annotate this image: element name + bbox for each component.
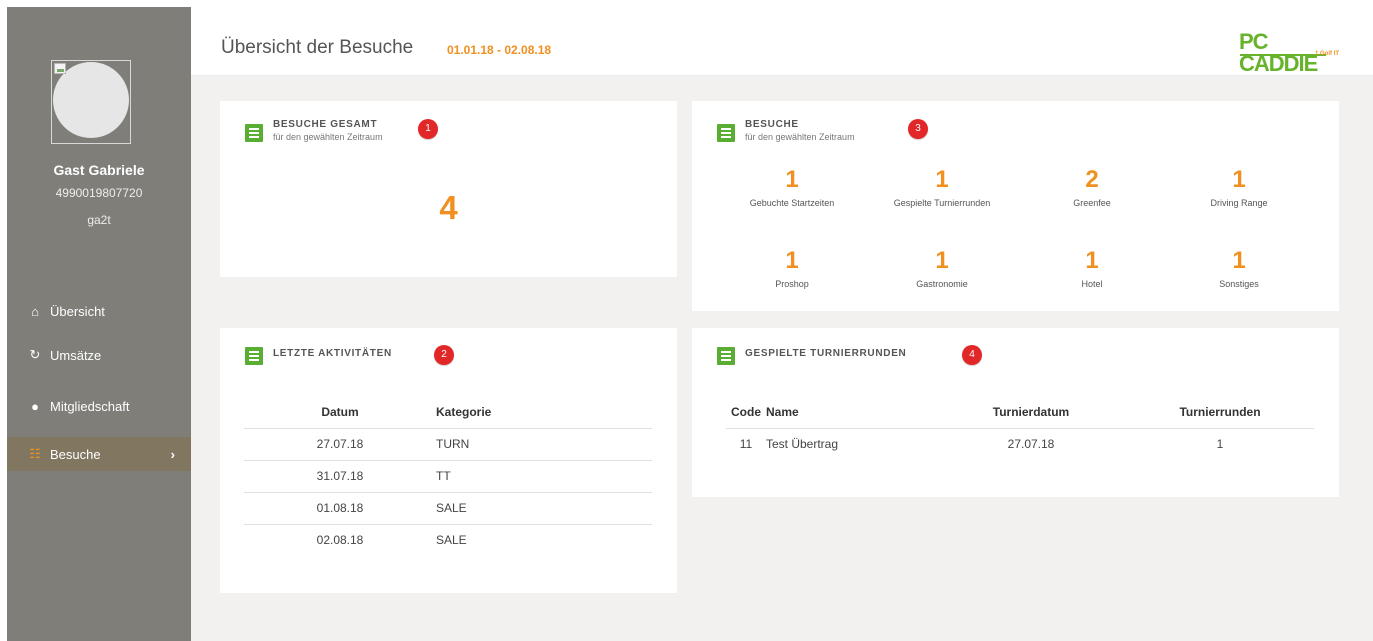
activity-date: 31.07.18	[244, 460, 436, 493]
stat-value: 1	[1232, 166, 1246, 193]
sidebar: Gast Gabriele 4990019807720 ga2t ⌂ Übersi…	[7, 7, 191, 641]
table-row: 31.07.18 TT	[244, 460, 652, 493]
page-title: Übersicht der Besuche	[221, 37, 414, 58]
date-range: 01.01.18 - 02.08.18	[447, 43, 552, 57]
card-subtitle: für den gewählten Zeitraum	[745, 132, 855, 142]
list-icon	[245, 347, 263, 365]
card-title: LETZTE AKTIVITÄTEN	[273, 348, 392, 359]
card-subtitle: für den gewählten Zeitraum	[273, 132, 383, 142]
sidebar-item-label: Umsätze	[50, 347, 102, 363]
stat-proshop: 1 Proshop	[717, 248, 867, 289]
tournament-rounds-table: Code Name Turnierdatum Turnierrunden 11 …	[726, 396, 1314, 460]
visits-breakdown-card: BESUCHE für den gewählten Zeitraum 3 1 Ge…	[692, 101, 1339, 311]
page-header: Übersicht der Besuche 01.01.18 - 02.08.1…	[191, 0, 1373, 76]
section-badge-3: 3	[908, 119, 928, 139]
stat-driving-range: 1 Driving Range	[1164, 167, 1314, 208]
tournament-round-count: 1	[1216, 437, 1224, 452]
card-title: BESUCHE GESAMT	[273, 119, 378, 130]
table-row: 01.08.18 SALE	[244, 492, 652, 525]
table-row: 02.08.18 SALE	[244, 524, 652, 556]
stat-label: Hotel	[1081, 279, 1103, 289]
visits-overview-page: Gast Gabriele 4990019807720 ga2t ⌂ Übersi…	[0, 0, 1373, 641]
main-content: BESUCHE GESAMT für den gewählten Zeitrau…	[191, 76, 1373, 641]
list-icon	[717, 124, 735, 142]
member-id: 4990019807720	[55, 186, 143, 200]
logo-underline	[1240, 54, 1326, 56]
column-header-code: Code	[726, 396, 766, 429]
stat-label: Sonstiges	[1219, 279, 1259, 289]
sidebar-item-label: Mitgliedschaft	[50, 398, 130, 414]
tournament-code: 11	[739, 437, 753, 452]
activity-category: TT	[436, 460, 652, 493]
avatar	[51, 60, 131, 144]
activity-date: 01.08.18	[244, 492, 436, 525]
tournament-rounds-card: GESPIELTE TURNIERRUNDEN 4 Code Name Turn…	[692, 328, 1339, 497]
user-icon: ●	[31, 398, 39, 414]
stat-value: 1	[935, 247, 949, 274]
stat-label: Gespielte Turnierrunden	[893, 198, 991, 208]
stat-label: Driving Range	[1210, 198, 1268, 208]
stat-label: Gebuchte Startzeiten	[749, 198, 835, 208]
list-icon: ☷	[29, 446, 41, 461]
total-visits-card: BESUCHE GESAMT für den gewählten Zeitrau…	[220, 101, 677, 277]
home-icon: ⌂	[31, 303, 39, 319]
activity-date: 27.07.18	[244, 428, 436, 461]
sidebar-item-mitgliedschaft[interactable]: ● Mitgliedschaft	[7, 389, 191, 423]
tournament-date: 27.07.18	[1007, 437, 1055, 452]
stat-sonstiges: 1 Sonstiges	[1164, 248, 1314, 289]
stat-value: 1	[935, 166, 949, 193]
activity-category: SALE	[436, 492, 652, 525]
section-badge-4: 4	[962, 345, 982, 365]
broken-image-icon	[54, 63, 66, 74]
activity-category: SALE	[436, 533, 467, 548]
pc-caddie-logo: PC CADDIE 1 Golf IT	[1239, 31, 1339, 75]
list-icon	[245, 124, 263, 142]
card-title: GESPIELTE TURNIERRUNDEN	[745, 348, 907, 359]
stat-hotel: 1 Hotel	[1017, 248, 1167, 289]
brand-tagline: 1 Golf IT	[1315, 51, 1339, 57]
sidebar-item-label: Besuche	[50, 446, 101, 462]
stat-value: 1	[1232, 247, 1246, 274]
total-visits-value: 4	[439, 189, 458, 226]
sidebar-item-label: Übersicht	[50, 303, 105, 319]
stat-label: Proshop	[775, 279, 809, 289]
refresh-icon: ↻	[29, 347, 41, 362]
activity-date: 02.08.18	[316, 533, 364, 548]
section-badge-2: 2	[434, 345, 454, 365]
stat-greenfee: 2 Greenfee	[1017, 167, 1167, 208]
column-header-kategorie: Kategorie	[436, 396, 652, 429]
card-title: BESUCHE	[745, 119, 799, 130]
sidebar-item-umsatze[interactable]: ↻ Umsätze	[7, 338, 191, 372]
recent-activities-card: LETZTE AKTIVITÄTEN 2 Datum Kategorie 27.0…	[220, 328, 677, 593]
column-header-turnierdatum: Turnierdatum	[936, 396, 1126, 429]
stat-value: 2	[1085, 166, 1099, 193]
chevron-right-icon: ›	[170, 446, 175, 462]
list-icon	[717, 347, 735, 365]
stat-label: Greenfee	[1073, 198, 1111, 208]
recent-activities-table: Datum Kategorie 27.07.18 TURN 31.07.18 TT 0…	[244, 396, 652, 556]
stat-value: 1	[1085, 247, 1099, 274]
sidebar-item-ubersicht[interactable]: ⌂ Übersicht	[7, 294, 191, 328]
tournament-name: Test Übertrag	[766, 437, 839, 452]
sidebar-item-besuche[interactable]: ☷ Besuche ›	[7, 437, 191, 471]
column-header-datum: Datum	[244, 396, 436, 429]
user-name: Gast Gabriele	[53, 162, 145, 178]
table-row: 27.07.18 TURN	[244, 428, 652, 461]
stat-label: Gastronomie	[916, 279, 968, 289]
activity-category: TURN	[436, 428, 652, 461]
stat-gespielte-turnierrunden: 1 Gespielte Turnierrunden	[867, 167, 1017, 208]
stat-value: 1	[785, 247, 799, 274]
stat-gebuchte-startzeiten: 1 Gebuchte Startzeiten	[717, 167, 867, 208]
username: ga2t	[87, 213, 111, 227]
column-header-name: Name	[766, 396, 936, 429]
section-badge-1: 1	[418, 119, 438, 139]
table-row: 11 Test Übertrag 27.07.18 1	[726, 428, 1314, 460]
stat-value: 1	[785, 166, 799, 193]
stat-gastronomie: 1 Gastronomie	[867, 248, 1017, 289]
column-header-turnierrunden: Turnierrunden	[1126, 396, 1314, 429]
